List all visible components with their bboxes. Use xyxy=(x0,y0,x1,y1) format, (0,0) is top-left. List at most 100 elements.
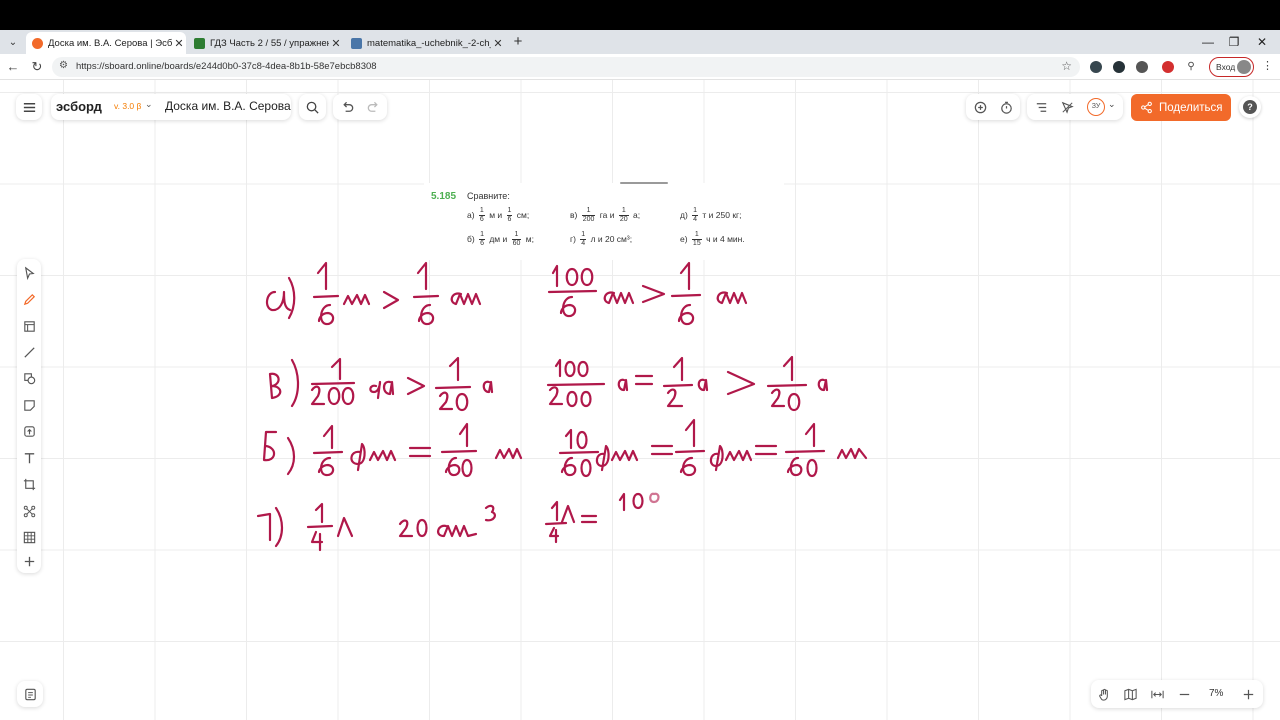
url-field[interactable]: ⚙ https://sboard.online/boards/e244d0b0-… xyxy=(52,57,1080,77)
hand-pan-icon[interactable] xyxy=(1093,683,1115,705)
frame-icon[interactable] xyxy=(17,315,41,337)
board-title[interactable]: Доска им. В.А. Серова xyxy=(165,99,291,113)
map-icon[interactable] xyxy=(1119,683,1141,705)
timer-icon[interactable] xyxy=(994,94,1018,120)
chevron-down-icon[interactable]: ⌄ xyxy=(1108,99,1116,110)
vk-favicon-icon xyxy=(351,37,362,49)
share-icon xyxy=(1141,101,1152,114)
search-button[interactable] xyxy=(299,94,326,120)
fraction: 16 xyxy=(479,231,485,247)
item-label: е) xyxy=(680,233,690,244)
fraction: 1 15 xyxy=(691,231,702,247)
handwriting-line-b xyxy=(262,418,868,478)
tab-vk-document[interactable]: matematika_-uchebnik_-2-ch_-5- ✕ xyxy=(345,32,505,54)
extension-icon[interactable] xyxy=(1113,61,1125,73)
user-avatar[interactable]: ЗУ xyxy=(1087,98,1105,116)
version-badge[interactable]: v. 3.0 β xyxy=(114,101,141,111)
shapes-icon[interactable] xyxy=(17,367,41,389)
undo-redo-panel xyxy=(333,94,387,120)
fraction: 16 xyxy=(506,207,513,223)
app-logo[interactable]: эсборд xyxy=(56,99,102,114)
item-text: га и xyxy=(597,209,617,220)
fraction: 1 200 xyxy=(581,207,596,223)
profile-avatar-icon xyxy=(1237,60,1251,74)
upload-icon[interactable] xyxy=(17,420,41,442)
extensions-puzzle-icon[interactable]: ⚲ xyxy=(1185,61,1197,73)
exercise-item: а) 16 м и 16 см; xyxy=(467,207,529,224)
share-button[interactable]: Поделиться xyxy=(1131,94,1231,121)
item-label: в) xyxy=(570,209,580,220)
undo-icon[interactable] xyxy=(335,94,359,120)
hamburger-icon xyxy=(16,94,42,120)
close-tab-icon[interactable]: ✕ xyxy=(172,37,186,50)
crop-icon[interactable] xyxy=(17,473,41,495)
exercise-item: е) 1 15 ч и 4 мин. xyxy=(680,231,745,248)
zoom-controls: 7% xyxy=(1091,680,1263,708)
item-text: л и 20 см³; xyxy=(588,233,633,244)
add-circle-icon[interactable] xyxy=(968,94,992,120)
help-icon: ? xyxy=(1243,100,1257,114)
extension-icon[interactable] xyxy=(1090,61,1102,73)
minimize-window-icon[interactable]: — xyxy=(1196,33,1220,51)
zoom-level[interactable]: 7% xyxy=(1209,688,1223,699)
line-icon[interactable] xyxy=(17,341,41,363)
restore-window-icon[interactable]: ❐ xyxy=(1222,33,1246,51)
exercise-number: 5.185 xyxy=(431,191,457,202)
pen-icon[interactable] xyxy=(17,288,41,310)
presentation-icon[interactable] xyxy=(1029,94,1053,120)
login-button[interactable]: Вход xyxy=(1209,57,1254,77)
zoom-out-minus-icon[interactable] xyxy=(1173,683,1195,705)
close-tab-icon[interactable]: ✕ xyxy=(329,37,343,50)
sticky-note-icon[interactable] xyxy=(17,394,41,416)
exercise-card[interactable]: 5.185 Сравните: а) 16 м и 16 см; в) 1 200… xyxy=(424,182,784,260)
exercise-item: д) 14 т и 250 кг; xyxy=(680,207,742,224)
sboard-favicon-icon xyxy=(32,37,43,49)
tab-sboard[interactable]: Доска им. В.А. Серова | Эсборд ✕ xyxy=(26,32,186,54)
tab-gdz[interactable]: ГДЗ Часть 2 / 55 / упражнение 5 ✕ xyxy=(188,32,343,54)
item-text: м и xyxy=(486,209,505,220)
item-label: г) xyxy=(570,233,579,244)
handwriting-layer xyxy=(256,261,868,552)
item-text: м; xyxy=(523,233,534,244)
bookmark-star-icon[interactable]: ☆ xyxy=(1061,59,1072,73)
search-icon xyxy=(299,94,326,120)
connector-icon[interactable] xyxy=(17,500,41,522)
close-tab-icon[interactable]: ✕ xyxy=(491,37,505,50)
new-tab-plus-icon[interactable]: + xyxy=(509,33,527,51)
item-text: ч и 4 мин. xyxy=(703,233,745,244)
add-more-plus-icon[interactable] xyxy=(17,551,41,571)
reload-icon[interactable]: ↻ xyxy=(28,58,46,76)
close-window-icon[interactable]: ✕ xyxy=(1250,33,1274,51)
extension-icon[interactable] xyxy=(1136,61,1148,73)
redo-icon[interactable] xyxy=(361,94,385,120)
main-menu-button[interactable] xyxy=(16,94,42,120)
browser-menu-icon[interactable]: ⋮ xyxy=(1262,59,1273,72)
follow-cursor-icon[interactable] xyxy=(1055,94,1079,120)
back-arrow-icon[interactable]: ← xyxy=(4,58,22,76)
handwriting-line-a xyxy=(265,261,748,326)
handwriting-line-v xyxy=(268,355,829,412)
browser-tab-bar: ⌄ Доска им. В.А. Серова | Эсборд ✕ ГДЗ Ч… xyxy=(0,30,1280,54)
notes-button[interactable] xyxy=(17,681,43,707)
exercise-title: Сравните: xyxy=(467,191,510,201)
zoom-in-plus-icon[interactable] xyxy=(1237,683,1259,705)
item-label: а) xyxy=(467,209,477,220)
exercise-item: б) 16 дм и 1 60 м; xyxy=(467,231,534,248)
fraction: 14 xyxy=(692,207,699,223)
item-label: д) xyxy=(680,209,691,220)
chevron-down-icon[interactable]: ⌄ xyxy=(145,99,153,110)
fit-width-icon[interactable] xyxy=(1146,683,1168,705)
table-icon[interactable] xyxy=(17,526,41,548)
whiteboard-canvas[interactable]: эсборд v. 3.0 β ⌄ Доска им. В.А. Серова … xyxy=(0,80,1280,720)
notes-icon xyxy=(17,681,43,707)
exercise-item: в) 1 200 га и 1 20 а; xyxy=(570,207,640,224)
item-text: дм и xyxy=(486,233,510,244)
card-drag-handle[interactable] xyxy=(620,182,668,184)
site-info-icon[interactable]: ⚙ xyxy=(59,60,68,71)
gdz-favicon-icon xyxy=(194,37,205,49)
select-cursor-icon[interactable] xyxy=(17,262,41,284)
tab-list-chevron-icon[interactable]: ⌄ xyxy=(4,33,22,51)
text-icon[interactable] xyxy=(17,447,41,469)
extension-icon[interactable] xyxy=(1162,61,1174,73)
help-button[interactable]: ? xyxy=(1239,96,1261,118)
